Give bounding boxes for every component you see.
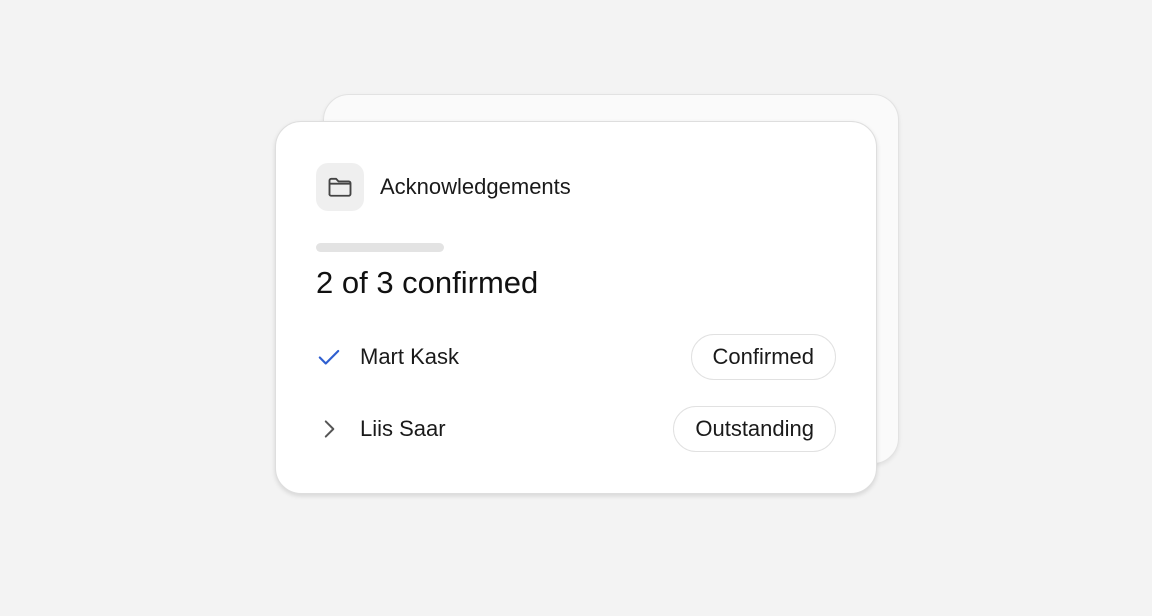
person-name: Mart Kask bbox=[360, 344, 460, 369]
status-badge[interactable]: Confirmed bbox=[690, 334, 836, 380]
status-badge[interactable]: Outstanding bbox=[673, 406, 836, 452]
acknowledgements-card: Acknowledgements 2 of 3 confirmed Mart K… bbox=[275, 121, 877, 494]
confirmation-summary: 2 of 3 confirmed bbox=[316, 265, 539, 300]
check-icon bbox=[316, 343, 344, 371]
card-header: Acknowledgements bbox=[316, 163, 571, 211]
card-title: Acknowledgements bbox=[380, 174, 571, 199]
list-item-mart-kask[interactable]: Mart Kask Confirmed bbox=[316, 333, 836, 381]
chevron-right-icon[interactable] bbox=[316, 415, 344, 443]
person-name: Liis Saar bbox=[360, 416, 446, 441]
folder-icon bbox=[316, 163, 364, 211]
stage: Acknowledgements 2 of 3 confirmed Mart K… bbox=[0, 0, 1152, 616]
list-item-liis-saar[interactable]: Liis Saar Outstanding bbox=[316, 405, 836, 453]
progress-bar bbox=[316, 243, 444, 252]
